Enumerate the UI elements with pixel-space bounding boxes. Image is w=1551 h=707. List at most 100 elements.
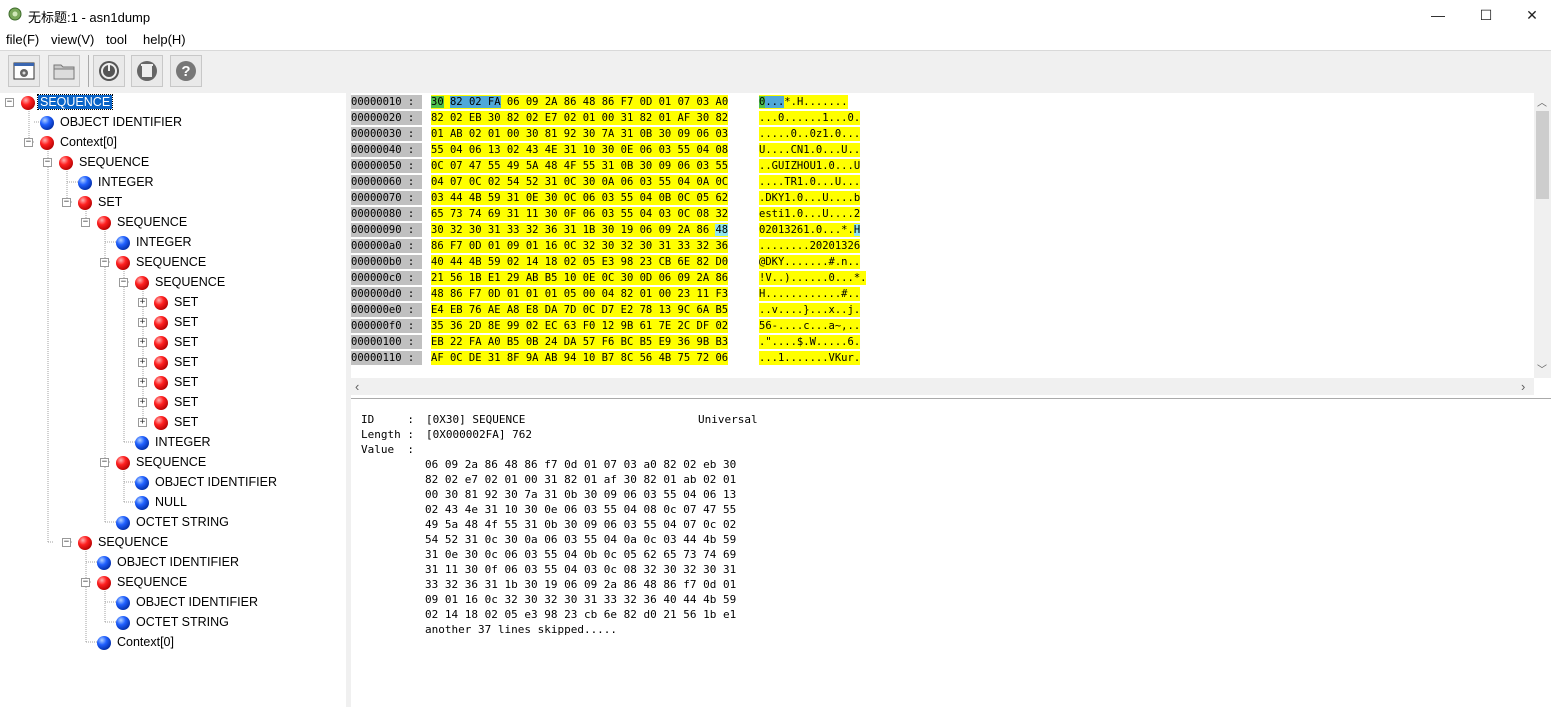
maximize-button[interactable]: ☐ [1463, 0, 1509, 30]
hex-vertical-scrollbar[interactable]: ︿ ﹀ [1534, 93, 1551, 378]
selected-byte-highlight[interactable]: 48 [715, 224, 729, 236]
hex-bytes[interactable]: 86 F7 0D 01 09 01 16 0C 32 30 32 30 31 3… [431, 239, 729, 253]
hex-address: 00000100 : [351, 335, 422, 349]
hex-bytes[interactable]: 04 07 0C 02 54 52 31 0C 30 0A 06 03 55 0… [431, 175, 729, 189]
menu-tool[interactable]: tool [106, 32, 127, 47]
constructed-node-icon [78, 536, 92, 550]
hex-bytes[interactable]: 03 44 4B 59 31 0E 30 0C 06 03 55 04 0B 0… [431, 191, 729, 205]
asn1-tree-pane[interactable]: − SEQUENCE OBJECT IDENTIFIER − Context[0… [0, 93, 347, 707]
collapse-toggle-icon[interactable]: − [119, 278, 128, 287]
tree-node-label[interactable]: Context[0] [58, 135, 119, 149]
clear-button[interactable] [131, 55, 163, 87]
scroll-left-arrow-icon[interactable]: ‹ [355, 379, 359, 394]
tree-node-label[interactable]: SEQUENCE [36, 94, 114, 110]
tree-node-label[interactable]: OCTET STRING [134, 515, 231, 529]
tree-node-label[interactable]: OBJECT IDENTIFIER [58, 115, 184, 129]
hex-bytes[interactable]: AF 0C DE 31 8F 9A AB 94 10 B7 8C 56 4B 7… [431, 351, 729, 365]
hex-bytes[interactable]: E4 EB 76 AE A8 E8 DA 7D 0C D7 E2 78 13 9… [431, 303, 729, 317]
tree-node-label[interactable]: INTEGER [134, 235, 194, 249]
collapse-toggle-icon[interactable]: − [24, 138, 33, 147]
tree-node-label[interactable]: SET [172, 315, 200, 329]
scroll-right-arrow-icon[interactable]: › [1521, 379, 1525, 394]
minimize-button[interactable]: — [1415, 0, 1461, 30]
hex-ascii: U....CN1.0...U.. [759, 143, 861, 157]
tree-node-label[interactable]: SEQUENCE [77, 155, 151, 169]
hex-bytes[interactable]: 0C 07 47 55 49 5A 48 4F 55 31 0B 30 09 0… [431, 159, 729, 173]
hex-horizontal-scrollbar[interactable]: ‹ › [351, 378, 1534, 395]
hex-dump-pane[interactable]: 00000010 : 30 82 02 FA 06 09 2A 86 48 86… [351, 93, 1551, 399]
hex-bytes[interactable]: 48 86 F7 0D 01 01 01 05 00 04 82 01 00 2… [431, 287, 729, 301]
menu-help[interactable]: help(H) [143, 32, 186, 47]
detail-pane[interactable]: ID : [0X30] SEQUENCE Universal Length : … [351, 399, 1551, 707]
tree-node-label[interactable]: SET [172, 355, 200, 369]
hex-ascii: H............#.. [759, 287, 861, 301]
tree-node-label[interactable]: INTEGER [96, 175, 156, 189]
tree-node-label[interactable]: SET [172, 375, 200, 389]
collapse-toggle-icon[interactable]: − [100, 458, 109, 467]
constructed-node-icon [154, 296, 168, 310]
hex-ascii: ...0......1...0. [759, 111, 861, 125]
open-folder-icon [53, 64, 75, 80]
open-button[interactable] [48, 55, 80, 87]
tree-node-label[interactable]: SEQUENCE [134, 255, 208, 269]
tree-node-label[interactable]: OBJECT IDENTIFIER [115, 555, 241, 569]
tree-node-label[interactable]: OBJECT IDENTIFIER [153, 475, 279, 489]
collapse-toggle-icon[interactable]: − [5, 98, 14, 107]
collapse-toggle-icon[interactable]: − [100, 258, 109, 267]
hex-bytes[interactable]: 55 04 06 13 02 43 4E 31 10 30 0E 06 03 5… [431, 143, 729, 157]
tree-node-label[interactable]: Context[0] [115, 635, 176, 649]
expand-toggle-icon[interactable]: + [138, 298, 147, 307]
expand-toggle-icon[interactable]: + [138, 418, 147, 427]
menu-file[interactable]: file(F) [6, 32, 39, 47]
tree-node-label[interactable]: SET [96, 195, 124, 209]
tree-node-label[interactable]: OBJECT IDENTIFIER [134, 595, 260, 609]
content-bytes[interactable]: 30 32 30 31 33 32 36 31 1B 30 19 06 09 2… [431, 224, 715, 236]
hex-bytes[interactable]: 82 02 EB 30 82 02 E7 02 01 00 31 82 01 A… [431, 111, 729, 125]
tree-node-label[interactable]: SET [172, 415, 200, 429]
hex-bytes[interactable]: 40 44 4B 59 02 14 18 02 05 E3 98 23 CB 6… [431, 255, 729, 269]
tag-byte-highlight[interactable]: 30 [431, 96, 444, 108]
tree-node-label[interactable]: SET [172, 295, 200, 309]
tree-node-label[interactable]: OCTET STRING [134, 615, 231, 629]
hex-bytes[interactable]: EB 22 FA A0 B5 0B 24 DA 57 F6 BC B5 E9 3… [431, 335, 729, 349]
tree-node-label[interactable]: INTEGER [153, 435, 213, 449]
hex-bytes[interactable]: 30 82 02 FA 06 09 2A 86 48 86 F7 0D 01 0… [431, 95, 729, 109]
menu-view[interactable]: view(V) [51, 32, 94, 47]
expand-toggle-icon[interactable]: + [138, 318, 147, 327]
hex-bytes[interactable]: 21 56 1B E1 29 AB B5 10 0E 0C 30 0D 06 0… [431, 271, 729, 285]
collapse-toggle-icon[interactable]: − [43, 158, 52, 167]
tree-node-label[interactable]: SET [172, 395, 200, 409]
collapse-toggle-icon[interactable]: − [81, 218, 90, 227]
tree-node-label[interactable]: SET [172, 335, 200, 349]
wizard-button[interactable] [8, 55, 40, 87]
hex-bytes[interactable]: 30 32 30 31 33 32 36 31 1B 30 19 06 09 2… [431, 223, 729, 237]
expand-toggle-icon[interactable]: + [138, 378, 147, 387]
constructed-node-icon [97, 216, 111, 230]
tree-node-label[interactable]: NULL [153, 495, 189, 509]
hex-bytes[interactable]: 65 73 74 69 31 11 30 0F 06 03 55 04 03 0… [431, 207, 729, 221]
collapse-toggle-icon[interactable]: − [62, 198, 71, 207]
length-bytes-highlight[interactable]: 82 02 FA [449, 96, 501, 108]
collapse-toggle-icon[interactable]: − [81, 578, 90, 587]
tree-node-label[interactable]: SEQUENCE [134, 455, 208, 469]
expand-toggle-icon[interactable]: + [138, 338, 147, 347]
hex-address: 00000040 : [351, 143, 422, 157]
collapse-toggle-icon[interactable]: − [62, 538, 71, 547]
scroll-down-arrow-icon[interactable]: ﹀ [1537, 361, 1547, 376]
help-button[interactable]: ? [170, 55, 202, 87]
expand-toggle-icon[interactable]: + [138, 358, 147, 367]
hex-bytes[interactable]: 01 AB 02 01 00 30 81 92 30 7A 31 0B 30 0… [431, 127, 729, 141]
power-button[interactable] [93, 55, 125, 87]
constructed-node-icon [154, 396, 168, 410]
hex-bytes[interactable]: 35 36 2D 8E 99 02 EC 63 F0 12 9B 61 7E 2… [431, 319, 729, 333]
tree-node-label[interactable]: SEQUENCE [96, 535, 170, 549]
tree-node-label[interactable]: SEQUENCE [153, 275, 227, 289]
tree-node-label[interactable]: SEQUENCE [115, 575, 189, 589]
scroll-up-arrow-icon[interactable]: ︿ [1537, 94, 1547, 109]
close-button[interactable]: ✕ [1509, 0, 1551, 30]
scrollbar-thumb[interactable] [1536, 111, 1549, 199]
expand-toggle-icon[interactable]: + [138, 398, 147, 407]
content-bytes[interactable]: 06 09 2A 86 48 86 F7 0D 01 07 03 A0 [501, 96, 728, 108]
constructed-node-icon [154, 376, 168, 390]
tree-node-label[interactable]: SEQUENCE [115, 215, 189, 229]
